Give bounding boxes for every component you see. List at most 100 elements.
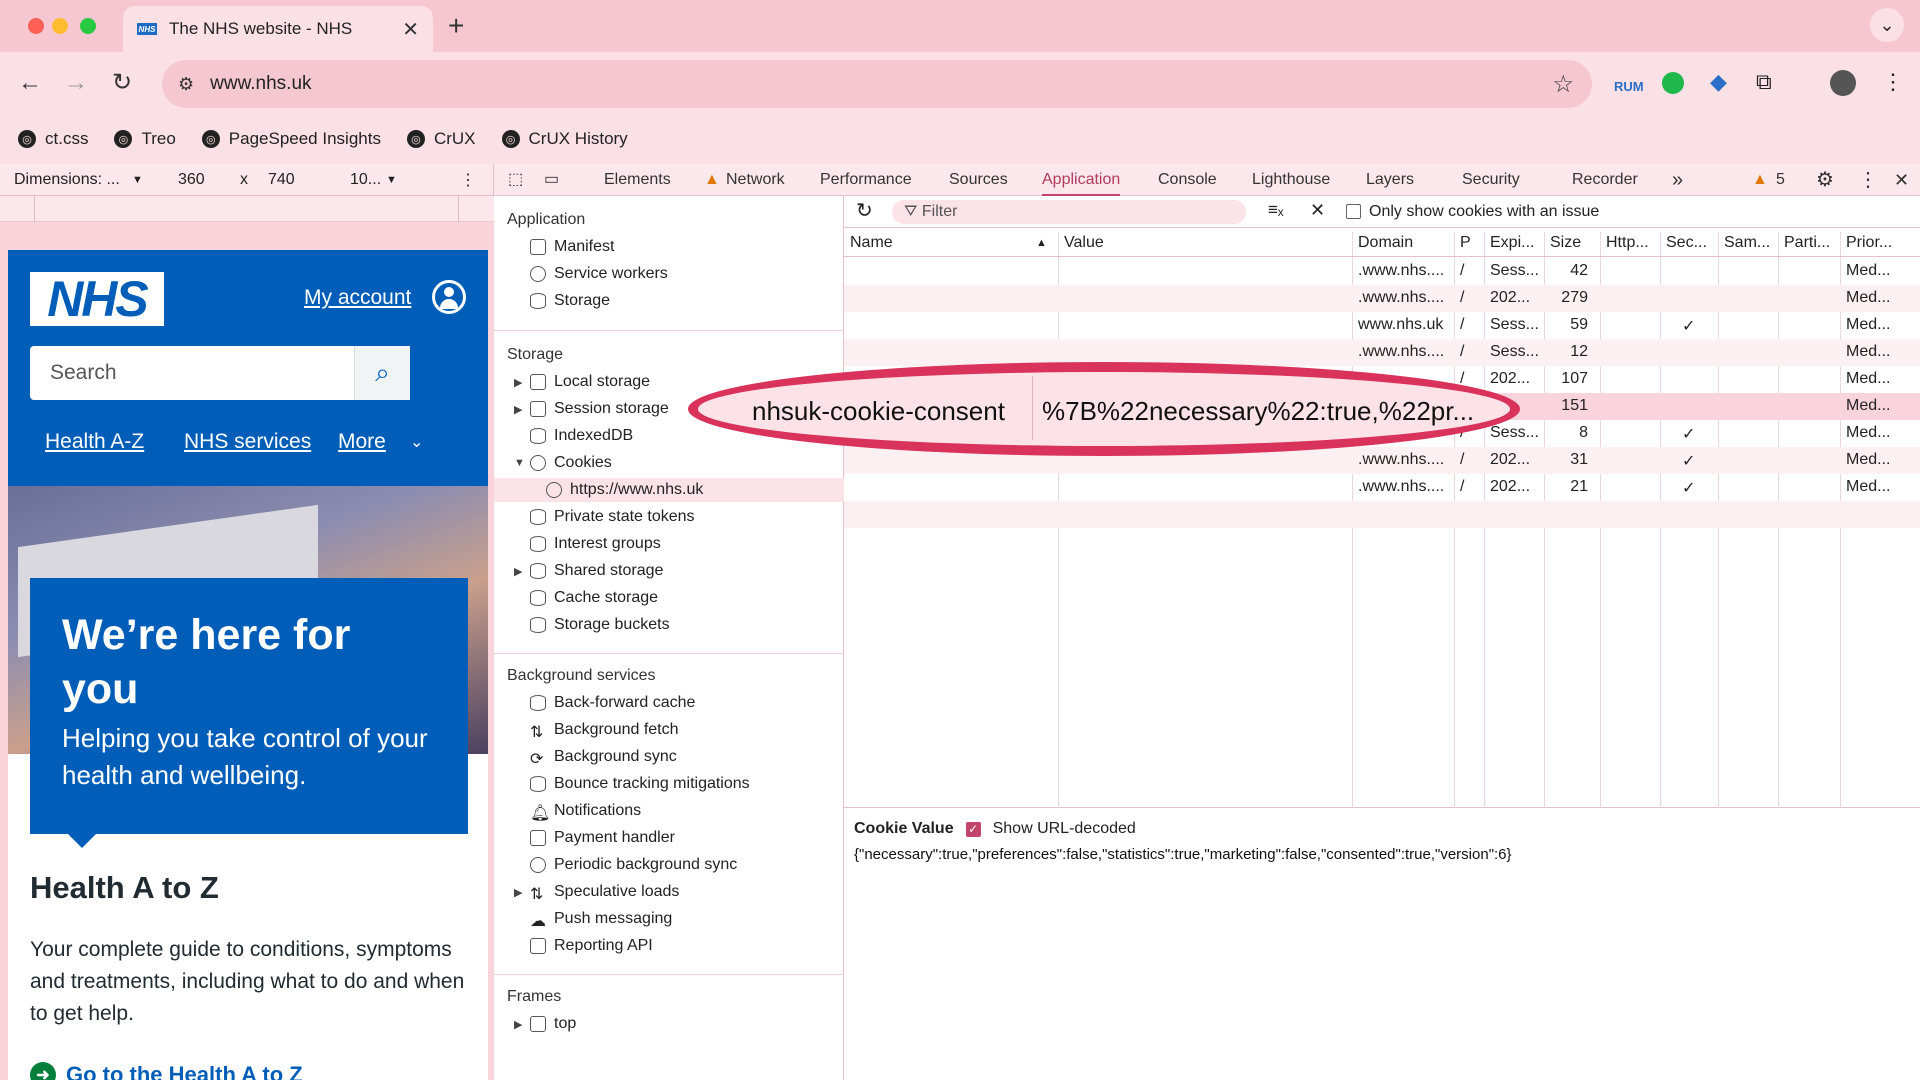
sidebar-item-cache-storage[interactable]: Cache storage (530, 589, 658, 607)
tab-application[interactable]: Application (1042, 164, 1121, 196)
new-tab-button[interactable]: + (448, 10, 464, 42)
rum-extension-icon[interactable]: RUM (1614, 73, 1644, 101)
sidebar-item-push-messaging[interactable]: ☁ Push messaging (530, 910, 672, 930)
sidebar-item-bounce-tracking[interactable]: Bounce tracking mitigations (530, 775, 750, 793)
bookmark-ct-css[interactable]: ◎ ct.css (18, 129, 88, 149)
expand-arrow-icon[interactable]: ▶ (514, 886, 522, 899)
device-toggle-icon[interactable]: ▭ (544, 164, 559, 196)
highlight-cookie-name[interactable]: nhsuk-cookie-consent (752, 396, 1005, 427)
settings-gear-icon[interactable]: ⚙ (1816, 164, 1834, 196)
browser-tab[interactable]: NHS The NHS website - NHS ✕ (123, 6, 433, 52)
bookmark-star-icon[interactable]: ☆ (1552, 70, 1574, 99)
search-input[interactable]: Search (30, 361, 354, 385)
sidebar-item-manifest[interactable]: Manifest (530, 238, 614, 256)
nav-health-a-z[interactable]: Health A-Z (45, 430, 144, 454)
nav-more[interactable]: More (338, 430, 386, 454)
sidebar-item-private-state-tokens[interactable]: Private state tokens (530, 508, 695, 526)
table-row[interactable]: .www.nhs.... / Sess... 42 Med... (844, 258, 1920, 285)
sidebar-item-storage-buckets[interactable]: Storage buckets (530, 616, 670, 634)
width-input[interactable]: 360 (178, 171, 205, 189)
account-icon[interactable] (432, 280, 466, 314)
height-input[interactable]: 740 (268, 171, 295, 189)
nav-nhs-services[interactable]: NHS services (184, 430, 311, 454)
my-account-link[interactable]: My account (304, 286, 411, 310)
column-header-path[interactable]: P (1460, 234, 1471, 252)
devtools-menu-icon[interactable]: ⋮ (1858, 164, 1878, 196)
table-row[interactable]: www.nhs.uk / Sess... 59 ✓ Med... (844, 312, 1920, 339)
sidebar-item-periodic-sync[interactable]: Periodic background sync (530, 856, 737, 874)
filter-input[interactable]: ⛛ Filter (892, 200, 1246, 224)
clear-filtered-icon[interactable]: ≡ₓ (1268, 200, 1284, 220)
sidebar-item-reporting-api[interactable]: Reporting API (530, 937, 653, 955)
sidebar-item-notifications[interactable]: 🔔︎ Notifications (530, 802, 641, 822)
tab-search-icon[interactable]: ⌄ (1870, 8, 1904, 42)
bookmark-crux[interactable]: ◎ CrUX (406, 129, 476, 149)
warning-count[interactable]: 5 (1776, 164, 1785, 196)
back-icon[interactable]: ← (18, 70, 42, 96)
sidebar-item-indexeddb[interactable]: IndexedDB (530, 427, 633, 445)
maximize-window-button[interactable] (80, 18, 96, 34)
sidebar-item-shared-storage[interactable]: ▶ Shared storage (514, 562, 663, 580)
column-header-partition[interactable]: Parti... (1784, 234, 1830, 252)
forward-icon[interactable]: → (64, 70, 88, 96)
refresh-icon[interactable]: ↻ (856, 198, 873, 223)
inspect-element-icon[interactable]: ⬚ (508, 164, 523, 196)
delete-selected-icon[interactable]: ✕ (1310, 200, 1325, 221)
close-tab-icon[interactable]: ✕ (402, 17, 419, 42)
tab-recorder[interactable]: Recorder (1572, 164, 1638, 196)
collapse-arrow-icon[interactable]: ▼ (514, 457, 525, 469)
tab-lighthouse[interactable]: Lighthouse (1252, 164, 1330, 196)
reload-icon[interactable]: ↻ (112, 70, 132, 96)
close-devtools-icon[interactable]: ✕ (1894, 164, 1909, 196)
zoom-select[interactable]: 10... (350, 171, 381, 189)
expand-arrow-icon[interactable]: ▶ (514, 1018, 522, 1031)
expand-arrow-icon[interactable]: ▶ (514, 376, 522, 389)
table-row[interactable]: .www.nhs.... / Sess... 12 Med... (844, 339, 1920, 366)
sidebar-item-interest-groups[interactable]: Interest groups (530, 535, 661, 553)
sidebar-item-cookies[interactable]: ▼ Cookies (514, 454, 612, 472)
expand-arrow-icon[interactable]: ▶ (514, 403, 522, 416)
sidebar-item-speculative-loads[interactable]: ▶ ⇅ Speculative loads (514, 883, 679, 903)
bookmark-pagespeed[interactable]: ◎ PageSpeed Insights (201, 129, 381, 149)
more-tabs-icon[interactable]: » (1672, 164, 1683, 196)
bookmark-crux-history[interactable]: ◎ CrUX History (501, 129, 628, 149)
green-extension-icon[interactable] (1662, 72, 1684, 94)
tag-extension-icon[interactable]: ◆ (1710, 68, 1727, 96)
extensions-puzzle-icon[interactable]: ⧉ (1756, 68, 1772, 96)
column-header-samesite[interactable]: Sam... (1724, 234, 1770, 252)
sidebar-item-background-sync[interactable]: ⟳ Background sync (530, 748, 677, 768)
search-icon[interactable]: ⌕ (354, 346, 410, 400)
site-settings-icon[interactable]: ⚙ (178, 74, 194, 95)
device-more-icon[interactable]: ⋮ (460, 170, 476, 190)
column-header-name[interactable]: Name (850, 234, 893, 252)
column-header-size[interactable]: Size (1550, 234, 1581, 252)
show-decoded-checkbox[interactable]: ✓ (965, 821, 981, 837)
table-row[interactable]: .www.nhs.... / 202... 279 Med... (844, 285, 1920, 312)
browser-menu-icon[interactable]: ⋮ (1882, 68, 1904, 96)
sidebar-item-payment-handler[interactable]: Payment handler (530, 829, 675, 847)
sidebar-item-background-fetch[interactable]: ⇅ Background fetch (530, 721, 679, 741)
column-header-value[interactable]: Value (1064, 234, 1104, 252)
column-header-domain[interactable]: Domain (1358, 234, 1413, 252)
sidebar-item-service-workers[interactable]: Service workers (530, 265, 668, 283)
table-row[interactable]: .www.nhs.... / 202... 21 ✓ Med... (844, 474, 1920, 501)
minimize-window-button[interactable] (52, 18, 68, 34)
column-header-expires[interactable]: Expi... (1490, 234, 1534, 252)
tab-security[interactable]: Security (1462, 164, 1520, 196)
highlight-cookie-value[interactable]: %7B%22necessary%22:true,%22pr... (1042, 396, 1474, 427)
sidebar-item-cookie-origin[interactable]: https://www.nhs.uk (546, 481, 703, 499)
health-a-z-link[interactable]: ➜ Go to the Health A to Z (30, 1062, 303, 1080)
address-bar[interactable]: ⚙ www.nhs.uk ☆ (162, 60, 1592, 108)
bookmark-treo[interactable]: ◎ Treo (114, 129, 176, 149)
tab-layers[interactable]: Layers (1366, 164, 1414, 196)
dimensions-select[interactable]: Dimensions: ... (14, 171, 120, 189)
tab-performance[interactable]: Performance (820, 164, 912, 196)
column-header-http[interactable]: Http... (1606, 234, 1649, 252)
expand-arrow-icon[interactable]: ▶ (514, 565, 522, 578)
close-window-button[interactable] (28, 18, 44, 34)
sidebar-item-bfcache[interactable]: Back-forward cache (530, 694, 695, 712)
search-field[interactable]: Search ⌕ (30, 346, 410, 400)
tab-console[interactable]: Console (1158, 164, 1217, 196)
column-header-priority[interactable]: Prior... (1846, 234, 1892, 252)
tab-sources[interactable]: Sources (949, 164, 1008, 196)
